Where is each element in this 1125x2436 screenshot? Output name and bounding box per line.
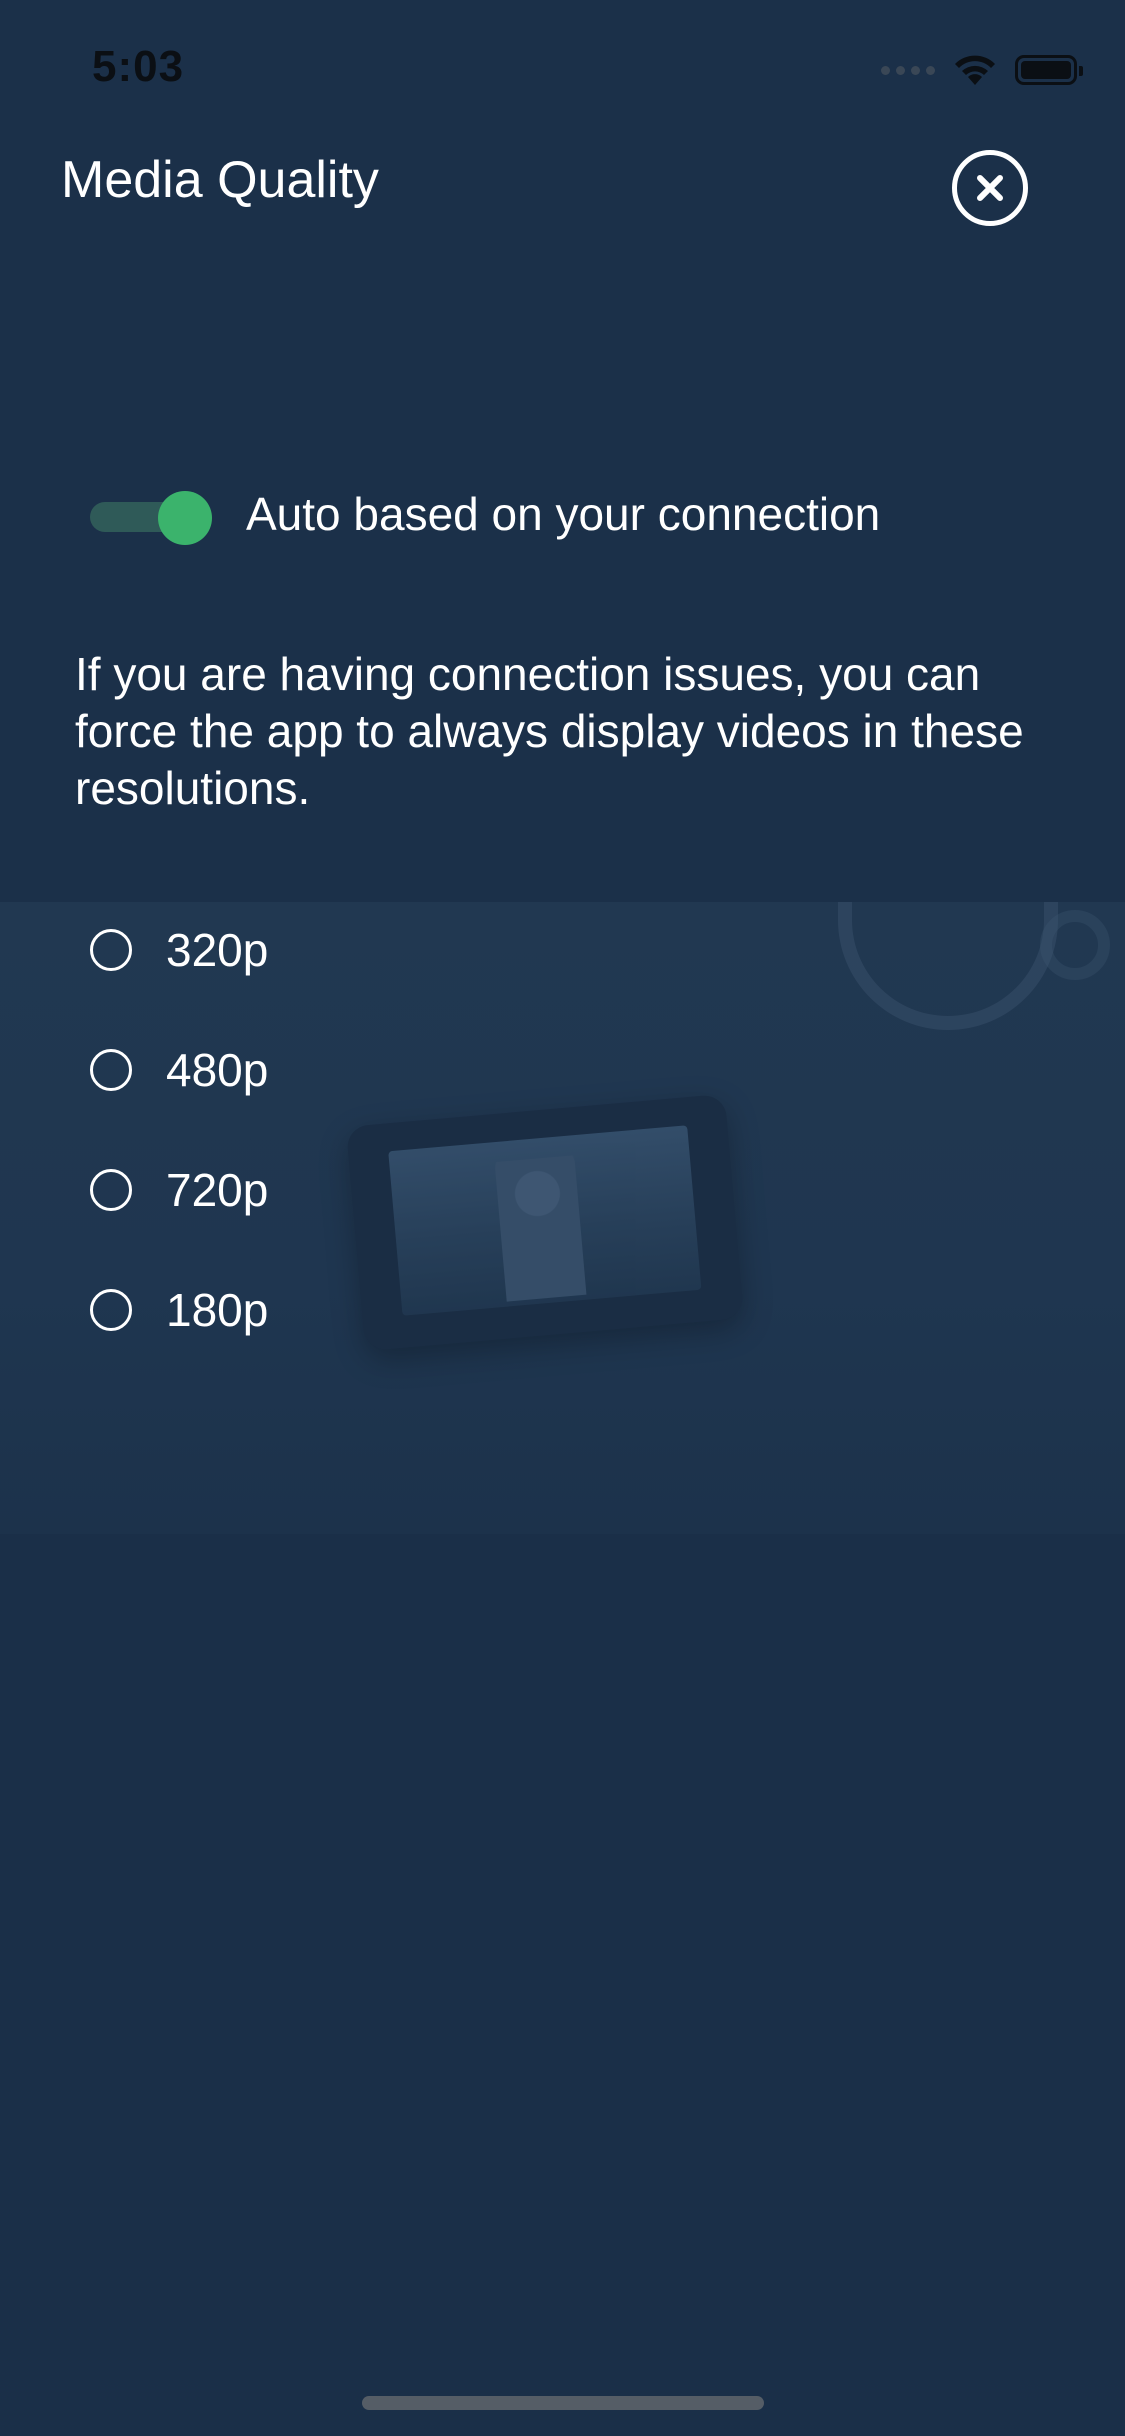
background-tablet-screen [388, 1125, 702, 1316]
resolution-options: 320p 480p 720p 180p [90, 890, 268, 1370]
close-icon [977, 175, 1003, 201]
radio-button[interactable] [90, 929, 132, 971]
auto-quality-toggle[interactable] [90, 491, 214, 545]
resolution-description: If you are having connection issues, you… [75, 648, 1024, 814]
resolution-option-180p[interactable]: 180p [90, 1250, 268, 1370]
radio-button[interactable] [90, 1169, 132, 1211]
battery-icon [1015, 55, 1083, 85]
toggle-knob [158, 491, 212, 545]
radio-button[interactable] [90, 1049, 132, 1091]
background-tablet-shape [345, 1093, 745, 1352]
status-icons [881, 50, 1083, 90]
resolution-option-480p[interactable]: 480p [90, 1010, 268, 1130]
resolution-label: 180p [166, 1284, 269, 1336]
background-person-shape [494, 1155, 587, 1302]
radio-button[interactable] [90, 1289, 132, 1331]
resolution-label: 720p [166, 1164, 269, 1216]
close-button[interactable] [952, 150, 1028, 226]
media-quality-screen: 5:03 Media Quality Auto based on your co… [0, 0, 1125, 2436]
resolution-label: 320p [166, 924, 269, 976]
auto-quality-label: Auto based on your connection [246, 488, 881, 540]
resolution-option-320p[interactable]: 320p [90, 890, 268, 1010]
home-indicator[interactable] [362, 2396, 764, 2410]
resolution-label: 480p [166, 1044, 269, 1096]
page-title: Media Quality [61, 151, 379, 209]
cellular-signal-icon [881, 65, 935, 75]
resolution-option-720p[interactable]: 720p [90, 1130, 268, 1250]
status-time: 5:03 [92, 42, 185, 91]
wifi-icon [955, 55, 995, 85]
background-mug-handle-shape [1040, 910, 1110, 980]
